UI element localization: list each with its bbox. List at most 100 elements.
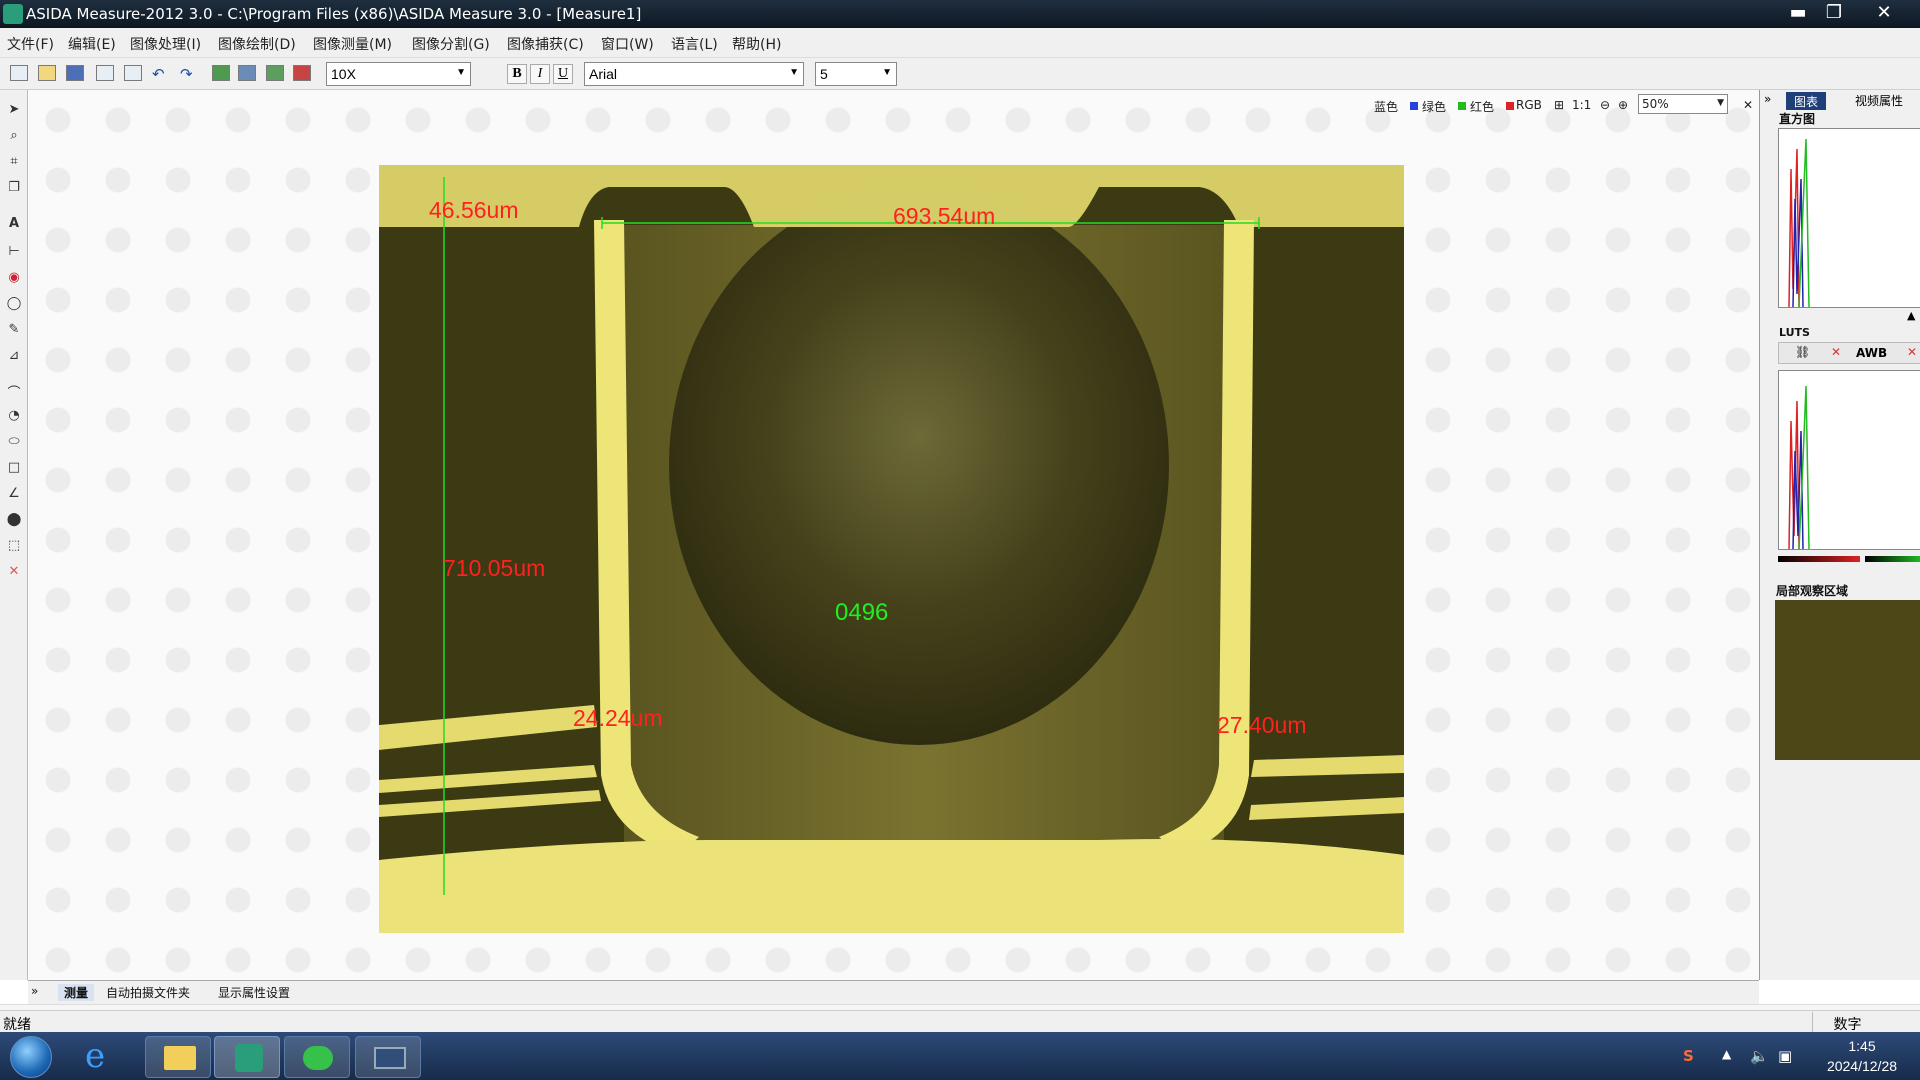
awb-reset-icon[interactable]: ✕ (1907, 345, 1917, 359)
zoom-icon[interactable]: ⌕ (5, 128, 23, 146)
crop-icon[interactable]: ⌗ (5, 154, 23, 172)
line-measure-icon[interactable]: ⊢ (5, 244, 23, 262)
angle-icon[interactable]: ∠ (5, 486, 23, 504)
align-left-icon[interactable] (96, 65, 114, 81)
micrograph-image[interactable]: 46.56um 693.54um 710.05um 0496 24.24um 2… (379, 165, 1404, 933)
count-icon[interactable]: ⬤ (5, 512, 23, 530)
awb-button[interactable]: AWB (1856, 346, 1887, 360)
italic-button[interactable]: I (530, 64, 550, 84)
text-tool-icon[interactable]: A (5, 216, 23, 234)
menu-image-draw[interactable]: 图像绘制(D) (218, 34, 296, 54)
status-bar: 就绪 数字 (0, 1010, 1920, 1033)
channel-green[interactable]: 绿色 (1422, 98, 1446, 115)
menu-bar: 文件(F) 编辑(E) 图像处理(I) 图像绘制(D) 图像测量(M) 图像分割… (0, 28, 1920, 58)
new-icon[interactable] (10, 65, 28, 81)
magnification-select[interactable]: 10X ▼ (326, 62, 471, 86)
minimize-button[interactable]: ▬ (1782, 2, 1814, 26)
zoom-in-icon[interactable]: ⊕ (1618, 98, 1628, 112)
depth-label: 710.05um (443, 555, 546, 581)
luts-label: LUTS (1779, 326, 1810, 339)
luts-toolbar: ⛓ ✕ AWB ✕ (1778, 342, 1920, 364)
right-wall-label: 27.40um (1217, 712, 1307, 738)
tab-video-props[interactable]: 视频属性 (1855, 92, 1903, 110)
pen-icon[interactable]: ✎ (5, 322, 23, 340)
ie-glyph: e (85, 1036, 106, 1076)
align-right-icon[interactable] (124, 65, 142, 81)
menu-file[interactable]: 文件(F) (7, 34, 54, 54)
save-icon[interactable] (66, 65, 84, 81)
menu-edit[interactable]: 编辑(E) (68, 34, 116, 54)
green-lut-slider[interactable] (1865, 556, 1920, 562)
menu-image-measure[interactable]: 图像测量(M) (313, 34, 392, 54)
input-method-icon[interactable]: S (1683, 1047, 1694, 1065)
ie-icon[interactable]: e (70, 1036, 136, 1078)
play-icon[interactable] (212, 65, 230, 81)
parallel-line-icon[interactable]: ⊿ (5, 348, 23, 366)
open-icon[interactable] (38, 65, 56, 81)
rectangle-icon[interactable]: □ (5, 460, 23, 478)
redo-icon[interactable]: ↷ (180, 65, 198, 83)
asida-task-icon[interactable] (214, 1036, 280, 1078)
close-view-icon[interactable]: ✕ (1743, 98, 1753, 112)
histogram-marker-icon[interactable]: ▲ (1907, 309, 1915, 322)
maximize-button[interactable]: ❐ (1818, 2, 1850, 26)
close-button[interactable]: ✕ (1868, 2, 1900, 26)
pointer-icon[interactable]: ➤ (5, 102, 23, 120)
bold-button[interactable]: B (507, 64, 527, 84)
window-task-icon[interactable] (355, 1036, 421, 1078)
menu-image-capture[interactable]: 图像捕获(C) (507, 34, 584, 54)
font-size-select[interactable]: 5 ▼ (815, 62, 897, 86)
clock-date: 2024/12/28 (1826, 1058, 1898, 1074)
fit-icon[interactable]: ⊞ (1554, 98, 1564, 112)
copy-icon[interactable]: ❐ (5, 180, 23, 198)
channel-blue[interactable]: 蓝色 (1374, 98, 1398, 115)
collapse-bottom-icon[interactable]: » (31, 984, 38, 998)
zoom-out-icon[interactable]: ⊖ (1600, 98, 1610, 112)
collapse-icon[interactable]: » (1764, 92, 1771, 106)
undo-icon[interactable]: ↶ (152, 65, 170, 83)
explorer-icon[interactable] (145, 1036, 211, 1078)
channel-rgb[interactable]: RGB (1516, 98, 1542, 112)
zoom-select[interactable]: 50% ▼ (1638, 94, 1728, 114)
underline-button[interactable]: U (553, 64, 573, 84)
system-clock[interactable]: 1:45 2024/12/28 (1812, 1036, 1912, 1076)
main-toolbar: ↶ ↷ 10X ▼ B I U Arial ▼ 5 ▼ (0, 58, 1920, 90)
delete-icon[interactable]: ✕ (5, 564, 23, 582)
folder-icon (164, 1046, 196, 1070)
tab-measure[interactable]: 测量 (58, 984, 95, 1001)
menu-window[interactable]: 窗口(W) (601, 34, 654, 54)
start-button[interactable] (10, 1036, 52, 1078)
font-size-value: 5 (820, 66, 828, 82)
red-lut-slider[interactable] (1778, 556, 1860, 562)
font-select[interactable]: Arial ▼ (584, 62, 804, 86)
channel-red[interactable]: 红色 (1470, 98, 1494, 115)
menu-language[interactable]: 语言(L) (671, 34, 718, 54)
tab-auto-capture-folder[interactable]: 自动拍摄文件夹 (106, 984, 190, 1001)
select-rect-icon[interactable]: ⬚ (5, 538, 23, 556)
image-icon[interactable] (266, 65, 284, 81)
clock-time: 1:45 (1848, 1038, 1876, 1054)
camera-icon[interactable] (238, 65, 256, 81)
menu-image-process[interactable]: 图像处理(I) (130, 34, 201, 54)
tab-display-settings[interactable]: 显示属性设置 (218, 984, 290, 1001)
tray-expand-icon[interactable]: ▲ (1722, 1047, 1731, 1061)
volume-icon[interactable]: 🔈 (1750, 1047, 1769, 1065)
zoom-value: 50% (1642, 97, 1669, 111)
luts-chart (1778, 370, 1920, 550)
menu-image-segment[interactable]: 图像分割(G) (412, 34, 490, 54)
circle-measure-icon[interactable]: ◯ (5, 296, 23, 314)
histogram-chart (1778, 128, 1920, 308)
arc-icon[interactable]: ◔ (5, 408, 23, 426)
lut-link-icon[interactable]: ⛓ (1795, 345, 1810, 359)
polyline-icon[interactable]: ⌒ (5, 382, 23, 401)
actual-size-button[interactable]: 1:1 (1572, 98, 1591, 112)
lut-reset-icon[interactable]: ✕ (1831, 345, 1841, 359)
network-icon[interactable]: ▣ (1778, 1047, 1792, 1065)
ellipse-icon[interactable]: ⬭ (5, 434, 23, 452)
curve-measure-icon[interactable]: ◉ (5, 270, 23, 288)
tab-chart[interactable]: 图表 (1786, 92, 1827, 110)
wechat-icon[interactable] (284, 1036, 350, 1078)
compare-icon[interactable] (293, 65, 311, 81)
menu-help[interactable]: 帮助(H) (732, 34, 781, 54)
bottom-tabs: » 测量 自动拍摄文件夹 显示属性设置 (28, 980, 1759, 1004)
